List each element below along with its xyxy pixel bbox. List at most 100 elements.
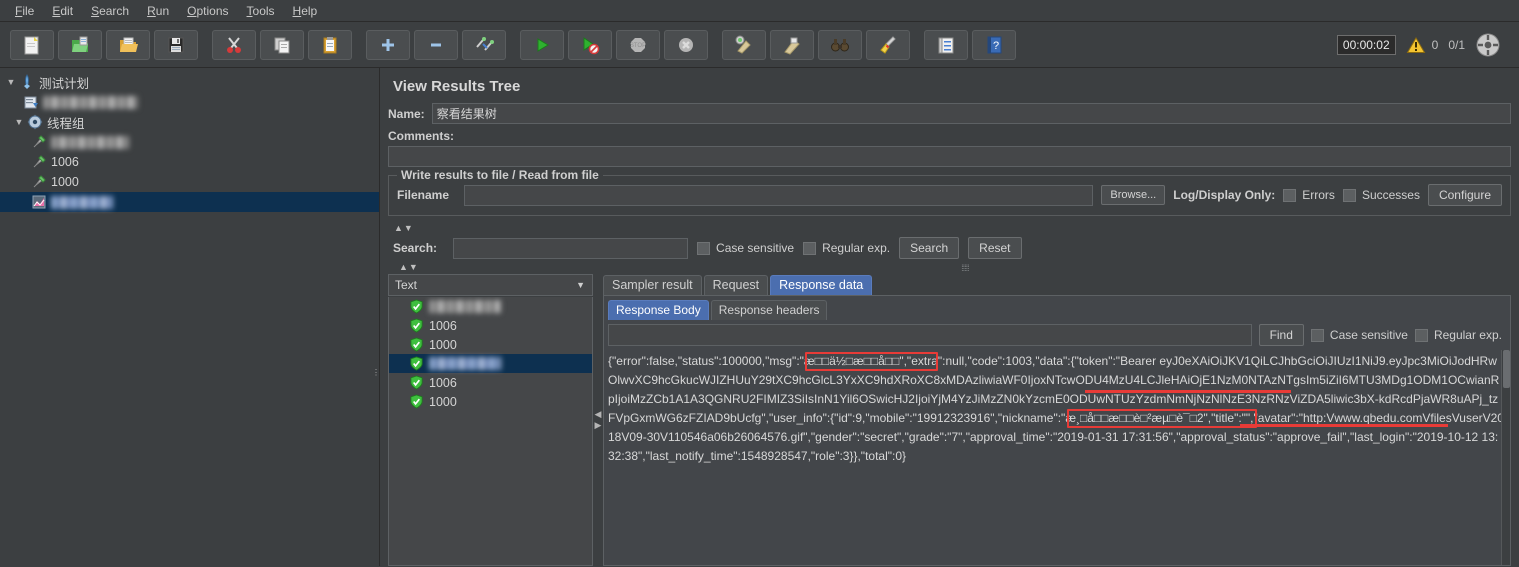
name-input[interactable] bbox=[431, 103, 1511, 124]
search-regular-exp-wrap[interactable]: Regular exp. bbox=[803, 241, 890, 255]
http-header-manager-icon bbox=[22, 94, 40, 110]
find-input[interactable] bbox=[608, 324, 1252, 346]
search-label: Search: bbox=[393, 241, 438, 255]
search-case-sensitive-checkbox[interactable] bbox=[697, 241, 711, 255]
cut-scissors-icon[interactable] bbox=[212, 29, 256, 60]
tree-node-test-plan[interactable]: ▼ 测试计划 bbox=[0, 72, 379, 92]
results-list[interactable]: 1006 1000 1006 1000 bbox=[388, 297, 593, 566]
menu-item-edit[interactable]: Edit bbox=[43, 1, 82, 21]
browse-button[interactable]: Browse... bbox=[1101, 185, 1166, 205]
list-item-label: 1006 bbox=[429, 318, 457, 333]
new-test-plan-icon[interactable] bbox=[10, 29, 54, 60]
search-regular-exp-label: Regular exp. bbox=[822, 241, 891, 255]
http-sampler-icon bbox=[30, 154, 48, 170]
reset-threads-icon[interactable] bbox=[1475, 32, 1501, 58]
search-input[interactable] bbox=[453, 237, 689, 259]
warning-triangle-icon bbox=[1406, 36, 1425, 53]
list-item[interactable]: 1006 bbox=[389, 316, 592, 335]
collapse-expand-arrows-bottom[interactable]: ▲▼ bbox=[393, 261, 419, 274]
horizontal-splitter-handle[interactable]: ⁞⁞⁞⁞⁞ bbox=[419, 263, 1511, 272]
reset-button[interactable]: Reset bbox=[968, 237, 1022, 259]
shutdown-icon[interactable] bbox=[664, 29, 708, 60]
tree-node-http-header-manager[interactable] bbox=[0, 92, 379, 112]
menu-item-file[interactable]: File bbox=[6, 1, 43, 21]
tree-node-label: 线程组 bbox=[47, 116, 85, 131]
search-button[interactable]: Search bbox=[899, 237, 960, 259]
chevron-down-icon[interactable]: ▼ bbox=[571, 280, 590, 290]
tree-node-label-blurred bbox=[51, 135, 129, 149]
collapse-all-minus-icon[interactable] bbox=[414, 29, 458, 60]
menu-item-search[interactable]: Search bbox=[82, 1, 138, 21]
function-helper-icon[interactable] bbox=[924, 29, 968, 60]
response-body-text[interactable]: {"error":false,"status":100000,"msg":"æ□… bbox=[604, 350, 1510, 565]
find-regular-exp-wrap[interactable]: Regular exp. bbox=[1414, 328, 1506, 342]
successes-checkbox-wrap[interactable]: Successes bbox=[1342, 188, 1420, 202]
toggle-icon[interactable] bbox=[462, 29, 506, 60]
test-plan-tree[interactable]: ▼ 测试计划 ▼ 线程组 1006 1000 ⋮ bbox=[0, 68, 380, 566]
find-regular-exp-label: Regular exp. bbox=[1433, 328, 1502, 342]
render-selector[interactable]: Text ▼ bbox=[388, 274, 593, 296]
list-item[interactable]: 1000 bbox=[389, 392, 592, 411]
list-item[interactable]: 1000 bbox=[389, 335, 592, 354]
errors-checkbox[interactable] bbox=[1283, 188, 1297, 202]
tree-expand-toggle[interactable]: ▼ bbox=[12, 117, 26, 127]
tab-response-headers[interactable]: Response headers bbox=[710, 300, 828, 320]
search-binoculars-icon[interactable] bbox=[818, 29, 862, 60]
tree-node-http-sampler-1006[interactable]: 1006 bbox=[0, 152, 379, 172]
tab-sampler-result[interactable]: Sampler result bbox=[603, 275, 702, 295]
tree-scroll-handle[interactable]: ⋮ bbox=[372, 368, 379, 388]
menu-item-run[interactable]: Run bbox=[138, 1, 178, 21]
tree-node-http-sampler-1000[interactable]: 1000 bbox=[0, 172, 379, 192]
find-button[interactable]: Find bbox=[1258, 324, 1304, 346]
menu-item-help[interactable]: Help bbox=[284, 1, 327, 21]
splitter-left-arrow-icon[interactable]: ◀ bbox=[595, 409, 602, 420]
vertical-splitter[interactable]: ◀ ▶ bbox=[593, 274, 603, 566]
stop-icon[interactable]: STOP bbox=[616, 29, 660, 60]
collapse-expand-arrows-top[interactable]: ▲▼ bbox=[388, 222, 1511, 235]
search-case-sensitive-wrap[interactable]: Case sensitive bbox=[697, 241, 794, 255]
tree-expand-toggle[interactable]: ▼ bbox=[4, 77, 18, 87]
find-row: Find Case sensitive Regular exp. bbox=[604, 320, 1510, 350]
start-play-icon[interactable] bbox=[520, 29, 564, 60]
splitter-right-arrow-icon[interactable]: ▶ bbox=[595, 420, 602, 431]
start-no-pauses-icon[interactable] bbox=[568, 29, 612, 60]
list-item-selected[interactable] bbox=[389, 354, 592, 373]
response-body-scrollbar-thumb[interactable] bbox=[1503, 350, 1510, 388]
find-case-sensitive-wrap[interactable]: Case sensitive bbox=[1310, 328, 1408, 342]
configure-button[interactable]: Configure bbox=[1427, 184, 1502, 206]
response-body-scrollbar[interactable] bbox=[1501, 350, 1510, 565]
clear-all-icon[interactable] bbox=[770, 29, 814, 60]
templates-icon[interactable] bbox=[58, 29, 102, 60]
success-shield-icon bbox=[410, 356, 423, 371]
find-regular-exp-checkbox[interactable] bbox=[1414, 328, 1428, 342]
tree-node-thread-group[interactable]: ▼ 线程组 bbox=[0, 112, 379, 132]
tab-request[interactable]: Request bbox=[703, 275, 769, 295]
copy-icon[interactable] bbox=[260, 29, 304, 60]
filename-input[interactable] bbox=[464, 184, 1094, 206]
tree-node-view-results-tree[interactable] bbox=[0, 192, 379, 212]
tab-response-body[interactable]: Response Body bbox=[608, 300, 709, 320]
search-regular-exp-checkbox[interactable] bbox=[803, 241, 817, 255]
list-item[interactable]: 1006 bbox=[389, 373, 592, 392]
paste-clipboard-icon[interactable] bbox=[308, 29, 352, 60]
comments-label: Comments: bbox=[388, 129, 455, 143]
expand-all-plus-icon[interactable] bbox=[366, 29, 410, 60]
comments-input[interactable] bbox=[388, 146, 1511, 167]
tree-node-label-blurred bbox=[43, 95, 138, 109]
successes-checkbox[interactable] bbox=[1342, 188, 1356, 202]
tree-node-http-sampler-1[interactable] bbox=[0, 132, 379, 152]
menu-item-options[interactable]: Options bbox=[178, 1, 237, 21]
open-folder-icon[interactable] bbox=[106, 29, 150, 60]
errors-checkbox-wrap[interactable]: Errors bbox=[1283, 188, 1335, 202]
save-icon[interactable] bbox=[154, 29, 198, 60]
menu-item-tools[interactable]: Tools bbox=[238, 1, 284, 21]
clear-icon[interactable] bbox=[722, 29, 766, 60]
help-book-icon[interactable]: ? bbox=[972, 29, 1016, 60]
reset-search-broom-icon[interactable] bbox=[866, 29, 910, 60]
toolbar: STOP ? 00:00:02 0 0/1 bbox=[0, 22, 1519, 68]
warning-indicator[interactable]: 0 bbox=[1406, 36, 1438, 54]
find-case-sensitive-checkbox[interactable] bbox=[1310, 328, 1324, 342]
list-item[interactable] bbox=[389, 297, 592, 316]
tab-response-data[interactable]: Response data bbox=[770, 275, 873, 295]
main-split: ▼ 测试计划 ▼ 线程组 1006 1000 ⋮ View Results Tr… bbox=[0, 68, 1519, 566]
